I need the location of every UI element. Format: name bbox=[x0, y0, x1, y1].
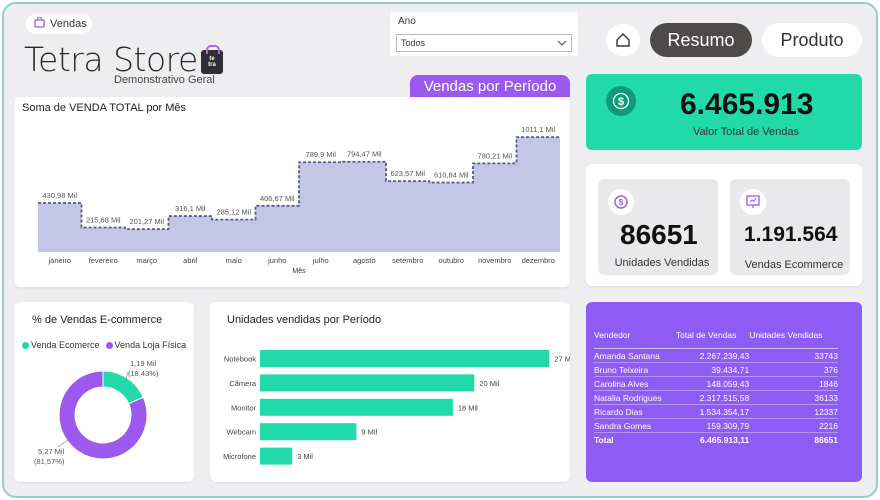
y-tick-label: Microfone bbox=[223, 452, 256, 461]
dollar-icon: $ bbox=[606, 86, 636, 116]
y-tick-label: Câmera bbox=[229, 379, 257, 388]
bar bbox=[260, 374, 475, 392]
ecommerce-share-card: % de Vendas E-commerce Venda Ecomerce Ve… bbox=[14, 302, 194, 482]
data-label: 794,47 Mil bbox=[347, 150, 382, 159]
resumo-button[interactable]: Resumo bbox=[650, 23, 752, 57]
bar bbox=[260, 398, 453, 416]
page-tab[interactable]: Vendas bbox=[26, 14, 92, 34]
total-sales-label: Valor Total de Vendas bbox=[692, 126, 799, 138]
home-button[interactable] bbox=[606, 24, 640, 56]
donut-label-fisica-value: 5,27 Mil bbox=[38, 447, 65, 456]
data-label: 780,21 Mil bbox=[477, 151, 512, 160]
year-filter-label: Ano bbox=[398, 16, 416, 27]
x-tick-label: julho bbox=[312, 256, 329, 265]
x-axis-label: Mês bbox=[292, 268, 306, 275]
x-tick-label: novembro bbox=[478, 256, 511, 265]
brand-subtitle: Demonstrativo Geral bbox=[114, 74, 215, 86]
data-label: 20 Mil bbox=[479, 379, 499, 388]
data-label: 285,12 Mil bbox=[216, 208, 251, 217]
period-banner: Vendas por Período bbox=[410, 75, 570, 97]
col-vendedor[interactable]: Vendedor bbox=[594, 330, 676, 349]
units-bar-chart: Notebook 27 Mil Câmera 20 Mil Monitor 18 Mil W… bbox=[223, 350, 570, 465]
units-kpi-card: $ 86651 Unidades Vendidas 1.191.564 Vend… bbox=[586, 164, 862, 286]
data-label: 406,67 Mil bbox=[260, 194, 295, 203]
leader-line bbox=[57, 439, 69, 448]
ecommerce-value: 1.191.564 bbox=[744, 223, 838, 246]
donut-label-ecom-pct: (18,43%) bbox=[128, 369, 159, 378]
units-sold-kpi: $ 86651 Unidades Vendidas bbox=[598, 179, 718, 275]
svg-text:$: $ bbox=[619, 198, 624, 207]
x-tick-label: setembro bbox=[392, 256, 423, 265]
chevron-down-icon bbox=[557, 40, 567, 46]
units-by-product-card: Unidades vendidas por Período Notebook 27… bbox=[210, 302, 570, 482]
y-tick-label: Notebook bbox=[224, 355, 256, 364]
year-filter: Ano Todos bbox=[390, 12, 578, 56]
units-icon: $ bbox=[608, 189, 634, 215]
table-row[interactable]: Ricardo Dias 1.534.354,17 12337 bbox=[594, 404, 838, 419]
page-tab-label: Vendas bbox=[50, 18, 87, 30]
units-sold-label: Unidades Vendidas bbox=[614, 257, 710, 269]
bar bbox=[260, 447, 293, 465]
col-unidades[interactable]: Unidades Vendidas bbox=[749, 330, 838, 349]
data-label: 1011,1 Mil bbox=[521, 125, 555, 134]
data-label: 623,57 Mil bbox=[390, 169, 425, 178]
x-tick-label: agosto bbox=[353, 256, 376, 265]
x-tick-label: março bbox=[136, 256, 157, 265]
data-label: 201,27 Mil bbox=[129, 217, 164, 226]
data-label: 18 Mil bbox=[458, 403, 478, 412]
year-select-value: Todos bbox=[401, 38, 426, 48]
data-label: 9 Mil bbox=[361, 428, 377, 437]
data-label: 430,98 Mil bbox=[42, 191, 77, 200]
monthly-sales-card: Soma de VENDA TOTAL por Mês 430,98 Mil ja… bbox=[14, 97, 570, 287]
table-row[interactable]: Amanda Santana 2.267.239,43 33743 bbox=[594, 348, 838, 363]
data-label: 316,1 Mil bbox=[175, 204, 206, 213]
col-total[interactable]: Total de Vendas bbox=[675, 330, 750, 349]
table-row[interactable]: Carolina Alves 148.059,43 1846 bbox=[594, 376, 838, 391]
bar bbox=[260, 423, 357, 441]
x-tick-label: abril bbox=[183, 256, 198, 265]
y-tick-label: Monitor bbox=[231, 403, 257, 412]
total-sales-kpi: $ 6.465.913 Valor Total de Vendas bbox=[586, 74, 862, 150]
ecommerce-kpi: 1.191.564 Vendas Ecommerce bbox=[730, 179, 850, 275]
table-row[interactable]: Bruno Teixeira 39.434,71 376 bbox=[594, 362, 838, 377]
home-icon bbox=[616, 33, 630, 47]
table-row[interactable]: Sandra Gomes 159.309,79 2216 bbox=[594, 418, 838, 433]
donut-label-fisica-pct: (81,57%) bbox=[34, 457, 65, 466]
year-select[interactable]: Todos bbox=[396, 34, 572, 52]
units-sold-value: 86651 bbox=[620, 219, 698, 250]
shopping-bag-logo-icon: te tra bbox=[201, 45, 223, 74]
table-row[interactable]: Natalia Rodrigues 2.317.515,58 36133 bbox=[594, 390, 838, 405]
x-tick-label: dezembro bbox=[522, 256, 555, 265]
ecommerce-donut-chart: 1,19 Mil (18,43%) 5,27 Mil (81,57%) bbox=[34, 359, 159, 466]
total-sales-value: 6.465.913 bbox=[680, 88, 814, 121]
x-tick-label: junho bbox=[267, 256, 286, 265]
data-label: 789,9 Mil bbox=[306, 150, 337, 159]
produto-button[interactable]: Produto bbox=[762, 23, 862, 57]
table-total-row: Total 6.465.913,11 86651 bbox=[594, 434, 838, 445]
y-tick-label: Webcam bbox=[227, 428, 256, 437]
table-header-row: Vendedor Total de Vendas Unidades Vendid… bbox=[594, 330, 838, 349]
store-icon bbox=[34, 16, 45, 31]
bar bbox=[260, 350, 550, 367]
sellers-table: Vendedor Total de Vendas Unidades Vendid… bbox=[594, 330, 838, 446]
x-tick-label: fevereiro bbox=[89, 256, 118, 265]
data-label: 610,84 Mil bbox=[434, 171, 469, 180]
data-label: 27 Mil bbox=[554, 355, 570, 364]
donut-label-ecom-value: 1,19 Mil bbox=[130, 359, 157, 368]
presentation-chart-icon bbox=[740, 189, 766, 215]
ecommerce-label: Vendas Ecommerce bbox=[744, 259, 844, 271]
monthly-area-chart: 430,98 Mil janeiro 215,68 Mil fevereiro 201,… bbox=[38, 125, 560, 275]
x-tick-label: janeiro bbox=[47, 256, 71, 265]
x-tick-label: outubro bbox=[439, 256, 464, 265]
data-label: 215,68 Mil bbox=[86, 215, 121, 224]
svg-text:$: $ bbox=[618, 96, 624, 108]
data-label: 3 Mil bbox=[297, 452, 313, 461]
x-tick-label: maio bbox=[226, 256, 242, 265]
logo-text: te tra bbox=[208, 56, 216, 68]
sellers-card: Vendedor Total de Vendas Unidades Vendid… bbox=[586, 302, 862, 482]
